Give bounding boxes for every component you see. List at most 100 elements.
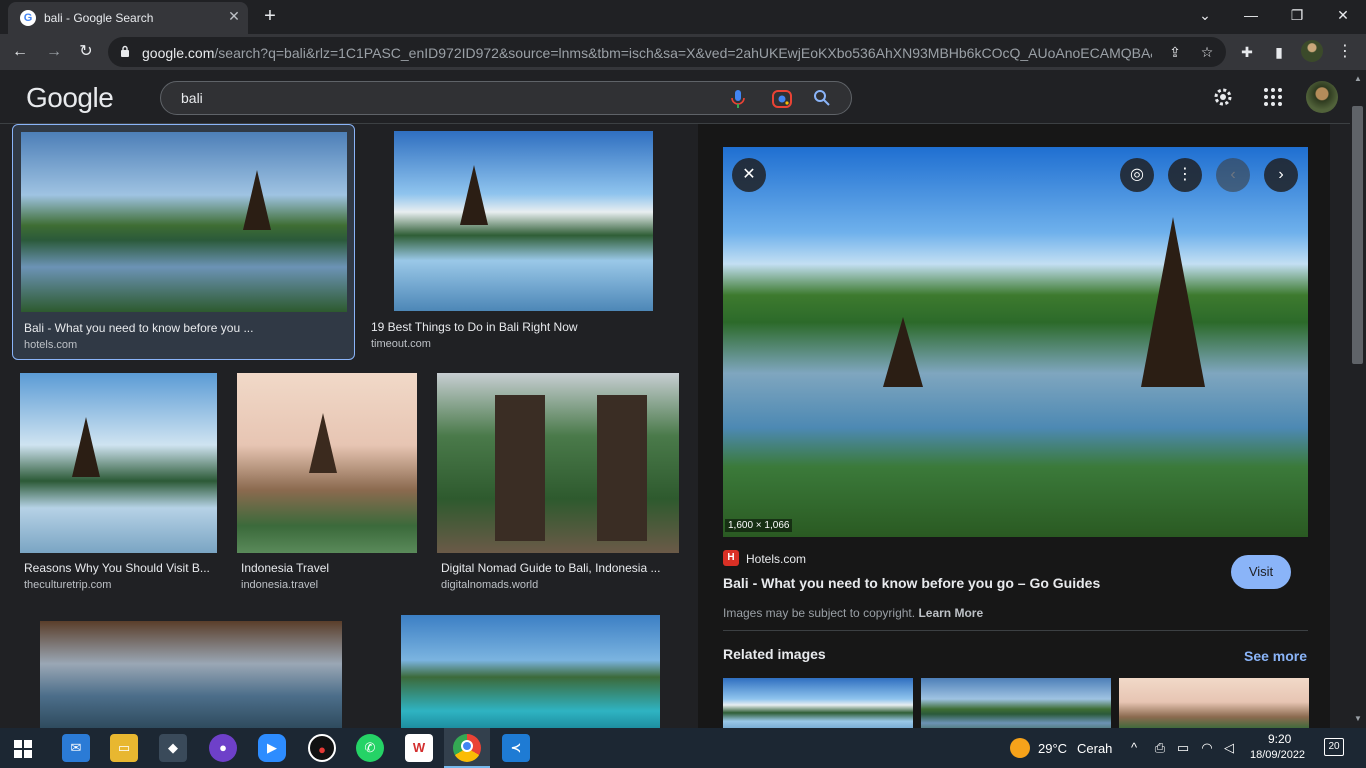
result-title[interactable]: Digital Nomad Guide to Bali, Indonesia .… [441,561,677,575]
result-source[interactable]: indonesia.travel [241,579,318,591]
pagoda-shape [309,413,337,473]
new-tab-button[interactable]: + [258,4,282,28]
source-name[interactable]: Hotels.com [746,552,806,566]
file-explorer-icon[interactable]: ▭ [110,734,138,762]
related-image[interactable] [1119,678,1309,728]
tab-active[interactable]: G bali - Google Search ✕ [8,2,248,34]
result-card[interactable] [40,621,342,728]
tab-title: bali - Google Search [44,11,154,25]
settings-gear-icon[interactable] [1212,86,1234,108]
search-icon[interactable] [813,89,831,107]
scroll-down-arrow-icon[interactable]: ▼ [1354,714,1362,723]
wps-office-icon[interactable]: W [405,734,433,762]
gate-left-shape [495,395,545,541]
result-thumbnail[interactable] [437,373,679,553]
search-box[interactable]: bali [160,81,852,115]
url-text: google.com/search?q=bali&rlz=1C1PASC_enI… [142,45,1152,61]
clock-date[interactable]: 18/09/2022 [1250,749,1305,761]
microphone-icon[interactable] [729,89,747,109]
notification-center-icon[interactable]: 20 [1324,738,1344,756]
result-card[interactable]: Bali - What you need to know before you … [12,124,355,360]
related-images-heading: Related images [723,646,826,662]
result-thumbnail[interactable] [401,615,660,728]
related-image[interactable] [723,678,913,728]
reload-icon[interactable]: ↻ [74,40,98,64]
clock-time[interactable]: 9:20 [1268,732,1291,746]
pagoda-shape [460,165,488,225]
chrome-icon[interactable] [453,734,481,762]
result-card[interactable]: Digital Nomad Guide to Bali, Indonesia .… [437,373,681,599]
whatsapp-icon[interactable]: ✆ [356,734,384,762]
address-bar[interactable]: google.com/search?q=bali&rlz=1C1PASC_enI… [108,37,1226,67]
result-title[interactable]: Bali - What you need to know before you … [24,321,344,335]
result-source[interactable]: theculturetrip.com [24,579,111,591]
close-tab-icon[interactable]: ✕ [226,8,242,24]
github-desktop-icon[interactable]: ● [209,734,237,762]
mail-icon[interactable]: ✉ [62,734,90,762]
scroll-up-arrow-icon[interactable]: ▲ [1354,74,1362,83]
result-source[interactable]: hotels.com [24,339,77,351]
result-card[interactable]: Indonesia Travel indonesia.travel [237,373,419,599]
result-card[interactable]: 19 Best Things to Do in Bali Right Now t… [366,124,686,360]
profile-avatar[interactable] [1301,40,1323,62]
weather-condition[interactable]: Cerah [1077,741,1112,756]
result-card[interactable]: Reasons Why You Should Visit B... thecul… [20,373,220,599]
result-thumbnail[interactable] [237,373,417,553]
url-host: google.com [142,45,215,61]
result-source[interactable]: timeout.com [371,338,431,350]
close-preview-button[interactable]: ✕ [732,158,766,192]
result-card[interactable] [401,615,660,728]
chrome-menu-icon[interactable]: ⋮ [1336,40,1354,64]
related-image[interactable] [921,678,1111,728]
visit-button[interactable]: Visit [1231,555,1291,589]
zoom-icon[interactable]: ▶ [258,734,286,762]
minimize-button[interactable]: — [1228,4,1274,26]
account-avatar[interactable] [1306,81,1338,113]
more-options-button[interactable]: ⋮ [1168,158,1202,192]
google-lens-icon[interactable] [771,89,793,109]
result-thumbnail[interactable] [21,132,347,312]
result-title[interactable]: 19 Best Things to Do in Bali Right Now [371,320,681,334]
tab-search-icon[interactable]: ⌄ [1182,4,1228,26]
google-logo[interactable]: Google [26,82,114,114]
result-title[interactable]: Indonesia Travel [241,561,417,575]
obs-record-icon[interactable]: ● [308,734,336,762]
meet-now-icon[interactable]: ⎙ [1152,740,1168,756]
see-more-link[interactable]: See more [1244,648,1307,664]
battery-icon[interactable]: ▭ [1175,740,1191,756]
restore-button[interactable]: ❐ [1274,4,1320,26]
learn-more-link[interactable]: Learn More [918,606,983,620]
pagoda-shape [243,170,271,230]
google-apps-icon[interactable] [1263,87,1283,107]
share-icon[interactable]: ⇪ [1166,43,1184,61]
next-image-button[interactable]: › [1264,158,1298,192]
windows-start-icon[interactable] [14,740,32,758]
result-title[interactable]: Reasons Why You Should Visit B... [24,561,214,575]
close-window-button[interactable]: ✕ [1320,4,1366,26]
previous-image-button[interactable]: ‹ [1216,158,1250,192]
vscode-icon[interactable]: ≺ [502,734,530,762]
preview-image[interactable]: ✕ ◎ ⋮ ‹ › 1,600 × 1,066 [723,147,1308,537]
git-kraken-icon[interactable]: ◆ [159,734,187,762]
weather-sun-icon[interactable] [1010,738,1030,758]
side-panel-icon[interactable]: ▮ [1270,43,1288,61]
weather-temperature[interactable]: 29°C [1038,741,1067,756]
back-icon[interactable]: ← [8,40,32,64]
preview-title[interactable]: Bali - What you need to know before you … [723,575,1100,591]
page-scrollbar[interactable]: ▲ ▼ [1350,70,1366,728]
scroll-thumb[interactable] [1352,106,1363,364]
result-thumbnail[interactable] [40,621,342,728]
result-thumbnail[interactable] [394,131,653,311]
url-path: /search?q=bali&rlz=1C1PASC_enID972ID972&… [214,45,1152,61]
extensions-icon[interactable]: ✚ [1238,43,1256,61]
bookmark-star-icon[interactable]: ☆ [1198,43,1216,61]
result-thumbnail[interactable] [20,373,217,553]
volume-icon[interactable]: ◁ [1221,740,1237,756]
wifi-icon[interactable]: ◠ [1199,740,1215,756]
lock-icon[interactable] [120,45,130,57]
result-source[interactable]: digitalnomads.world [441,579,538,591]
lens-search-button[interactable]: ◎ [1120,158,1154,192]
forward-icon[interactable]: → [42,40,66,64]
search-input[interactable]: bali [181,90,203,106]
show-hidden-icons-icon[interactable]: ^ [1126,740,1142,755]
